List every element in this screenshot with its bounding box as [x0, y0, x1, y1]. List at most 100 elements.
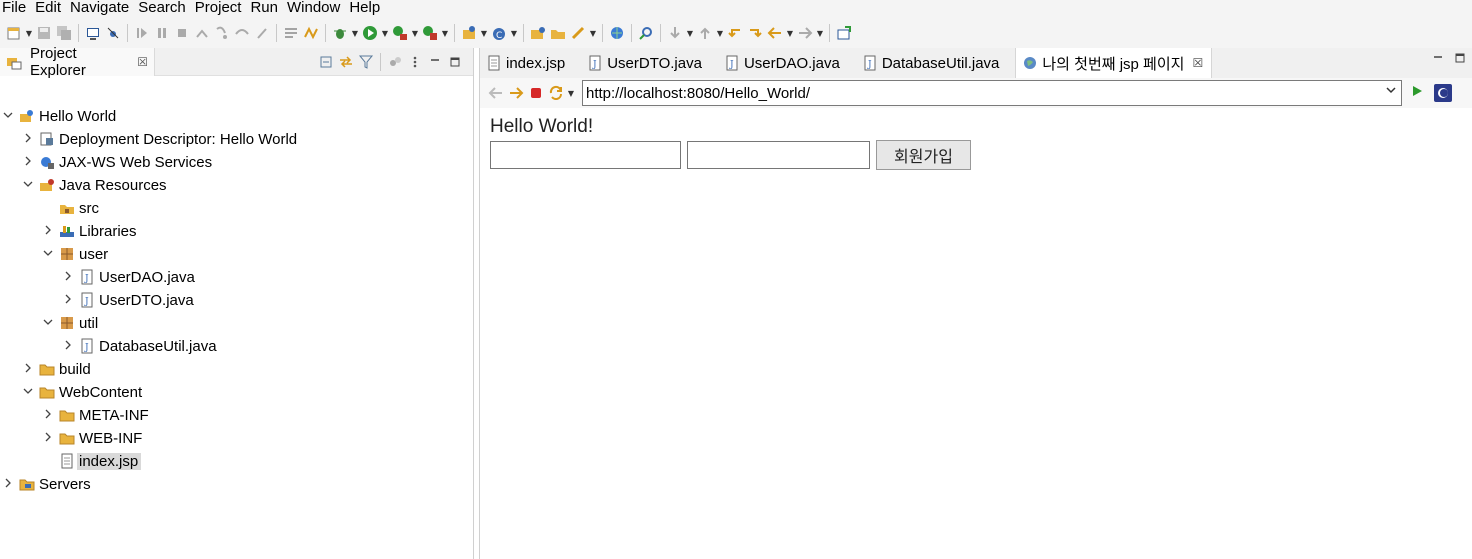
open-resource-icon[interactable]: [549, 24, 567, 42]
collapse-all-icon[interactable]: [317, 53, 335, 71]
focus-task-icon[interactable]: [386, 53, 404, 71]
debug-icon[interactable]: [331, 24, 349, 42]
tree-item[interactable]: Libraries: [41, 220, 137, 242]
external-tools-icon[interactable]: [421, 24, 439, 42]
suspend-icon[interactable]: [153, 24, 171, 42]
chevron-down-icon[interactable]: [1385, 84, 1397, 99]
tree-item[interactable]: src: [41, 197, 99, 219]
launch-icon[interactable]: [569, 24, 587, 42]
browser-refresh-icon[interactable]: [547, 84, 565, 102]
tree-item[interactable]: J UserDAO.java: [61, 266, 195, 288]
chevron-right-icon[interactable]: [61, 340, 75, 353]
chevron-right-icon[interactable]: [41, 432, 55, 445]
forward-icon[interactable]: [796, 24, 814, 42]
new-java-project-icon[interactable]: [460, 24, 478, 42]
menu-navigate[interactable]: Navigate: [67, 0, 135, 17]
new-icon[interactable]: [5, 24, 23, 42]
eclipse-icon[interactable]: [1434, 84, 1452, 102]
chevron-right-icon[interactable]: [21, 156, 35, 169]
launch-dropdown-icon[interactable]: ▼: [588, 29, 598, 38]
editor-tab[interactable]: index.jsp: [480, 48, 581, 78]
close-icon[interactable]: ☒: [137, 55, 148, 69]
back-dropdown-icon[interactable]: ▼: [785, 29, 795, 38]
new-class-dropdown-icon[interactable]: ▼: [509, 29, 519, 38]
filter-icon[interactable]: [357, 53, 375, 71]
url-input[interactable]: http://localhost:8080/Hello_World/: [582, 80, 1402, 106]
chevron-right-icon[interactable]: [41, 225, 55, 238]
new-dropdown-icon[interactable]: ▼: [24, 29, 34, 38]
chevron-down-icon[interactable]: [41, 248, 55, 261]
previous-annotation-icon[interactable]: [696, 24, 714, 42]
tree-item[interactable]: Hello World: [1, 105, 116, 127]
view-menu-icon[interactable]: [406, 53, 424, 71]
coverage-icon[interactable]: [391, 24, 409, 42]
menu-edit[interactable]: Edit: [32, 0, 67, 17]
tree-item[interactable]: Servers: [1, 473, 91, 495]
next-annotation-icon[interactable]: [666, 24, 684, 42]
tree-item[interactable]: user: [41, 243, 108, 265]
toggle-mark-icon[interactable]: [302, 24, 320, 42]
go-icon[interactable]: [1410, 84, 1424, 102]
minimize-icon[interactable]: [426, 53, 444, 71]
chevron-right-icon[interactable]: [21, 133, 35, 146]
save-all-icon[interactable]: [55, 24, 73, 42]
chevron-down-icon[interactable]: [1, 110, 15, 123]
next-annotation-dropdown-icon[interactable]: ▼: [685, 29, 695, 38]
skip-breakpoints-icon[interactable]: [104, 24, 122, 42]
chevron-down-icon[interactable]: [41, 317, 55, 330]
disconnect-icon[interactable]: [193, 24, 211, 42]
editor-tab[interactable]: J UserDTO.java: [581, 48, 718, 78]
step-over-icon[interactable]: [233, 24, 251, 42]
chevron-right-icon[interactable]: [61, 294, 75, 307]
close-icon[interactable]: ☒: [1192, 56, 1203, 70]
browser-forward-icon[interactable]: [507, 84, 525, 102]
last-edit-location-icon[interactable]: [726, 24, 744, 42]
pin-editor-icon[interactable]: [835, 24, 853, 42]
menu-file[interactable]: File: [0, 0, 32, 17]
minimize-icon[interactable]: [1432, 52, 1444, 67]
second-text-input[interactable]: [687, 141, 870, 169]
search-icon[interactable]: [637, 24, 655, 42]
tree-item[interactable]: index.jsp: [41, 450, 142, 472]
tree-item[interactable]: WebContent: [21, 381, 142, 403]
tree-item[interactable]: build: [21, 358, 91, 380]
chevron-right-icon[interactable]: [21, 363, 35, 376]
signup-button[interactable]: 회원가입: [876, 140, 971, 170]
chevron-right-icon[interactable]: [41, 409, 55, 422]
browser-history-dropdown-icon[interactable]: ▼: [566, 89, 576, 98]
tree-item[interactable]: META-INF: [41, 404, 149, 426]
previous-annotation-dropdown-icon[interactable]: ▼: [715, 29, 725, 38]
tree-item[interactable]: Deployment Descriptor: Hello World: [21, 128, 297, 150]
chevron-down-icon[interactable]: [21, 179, 35, 192]
editor-tab[interactable]: J DatabaseUtil.java: [856, 48, 1016, 78]
menu-search[interactable]: Search: [135, 0, 192, 17]
save-icon[interactable]: [35, 24, 53, 42]
tree-item[interactable]: JAX-WS Web Services: [21, 151, 212, 173]
link-with-editor-icon[interactable]: [337, 53, 355, 71]
browser-back-icon[interactable]: [487, 84, 505, 102]
tree-item[interactable]: WEB-INF: [41, 427, 142, 449]
open-type-icon[interactable]: [529, 24, 547, 42]
debug-dropdown-icon[interactable]: ▼: [350, 29, 360, 38]
run-icon[interactable]: [361, 24, 379, 42]
first-text-input[interactable]: [490, 141, 681, 169]
new-class-icon[interactable]: C: [490, 24, 508, 42]
menu-window[interactable]: Window: [284, 0, 346, 17]
step-into-icon[interactable]: [213, 24, 231, 42]
resume-icon[interactable]: [133, 24, 151, 42]
tree-item[interactable]: util: [41, 312, 98, 334]
maximize-icon[interactable]: [446, 53, 464, 71]
menu-help[interactable]: Help: [346, 0, 386, 17]
back-icon[interactable]: [766, 24, 784, 42]
coverage-dropdown-icon[interactable]: ▼: [410, 29, 420, 38]
run-dropdown-icon[interactable]: ▼: [380, 29, 390, 38]
tree-item[interactable]: J DatabaseUtil.java: [61, 335, 217, 357]
chevron-right-icon[interactable]: [1, 478, 15, 491]
chevron-right-icon[interactable]: [61, 271, 75, 284]
editor-tab[interactable]: J UserDAO.java: [718, 48, 856, 78]
forward-dropdown-icon[interactable]: ▼: [815, 29, 825, 38]
external-tools-dropdown-icon[interactable]: ▼: [440, 29, 450, 38]
new-project-dropdown-icon[interactable]: ▼: [479, 29, 489, 38]
editor-tab[interactable]: 나의 첫번째 jsp 페이지 ☒: [1015, 48, 1213, 78]
word-wrap-icon[interactable]: [282, 24, 300, 42]
